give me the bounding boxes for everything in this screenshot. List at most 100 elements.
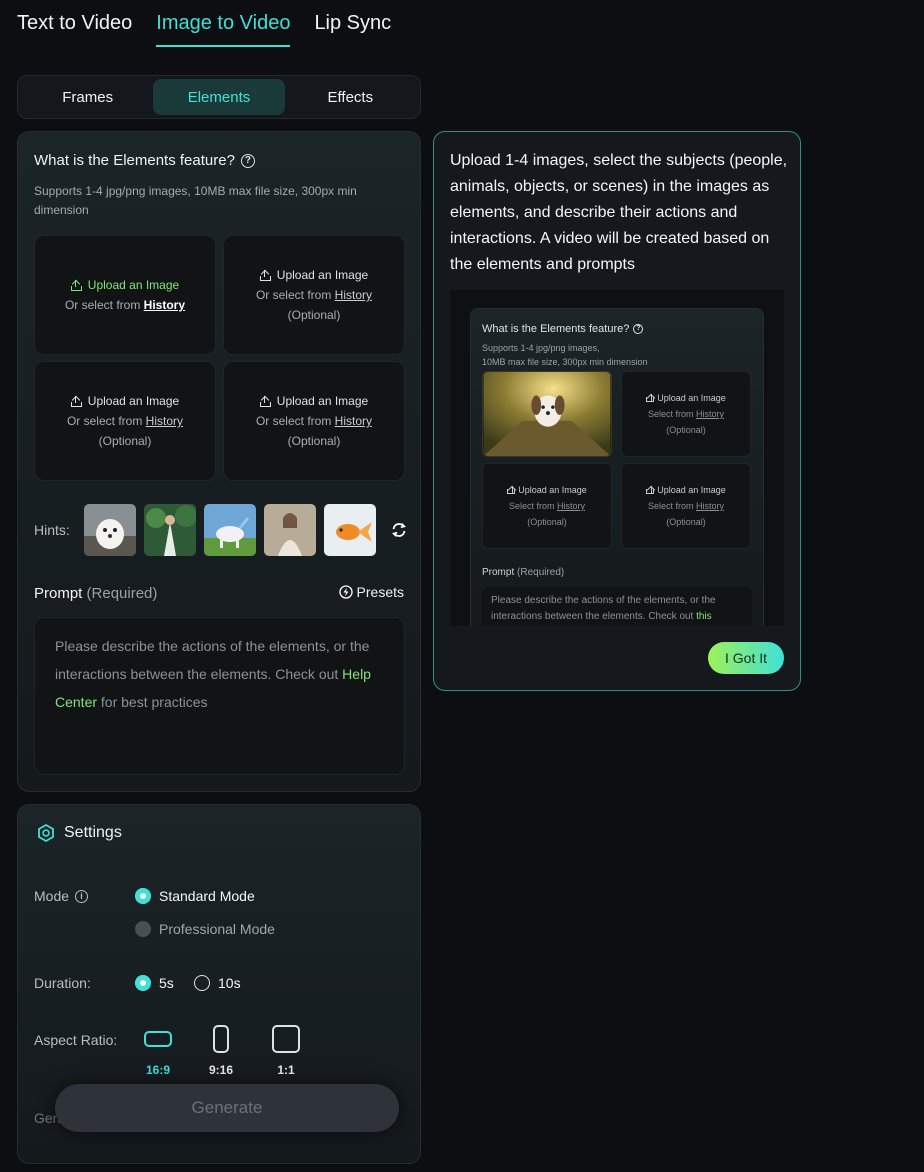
elements-feature-title: What is the Elements feature? ? [34,152,255,169]
duration-label: Duration: [34,975,91,991]
mode-label-text: Mode [34,888,70,904]
prompt-placeholder-a: Please describe the actions of the eleme… [55,638,370,682]
radio-dot [135,921,151,937]
radio-dot [194,975,210,991]
preview-optional-label: (Optional) [527,517,567,527]
hint-thumb-puppy[interactable] [83,504,136,556]
settings-title: Settings [36,823,122,843]
upload-slot-3[interactable]: Upload an Image Or select from History (… [34,361,216,481]
prompt-placeholder-b: for best practices [100,694,208,710]
upload-label: Upload an Image [276,394,369,408]
preview-upload-label: Upload an Image [657,393,726,403]
subtab-effects[interactable]: Effects [285,79,416,115]
radio-duration-10s[interactable]: 10s [194,975,241,991]
aspect-label: 16:9 [145,1063,171,1077]
radio-dot [135,975,151,991]
aspect-label: 1:1 [277,1063,295,1077]
upload-slot-4[interactable]: Upload an Image Or select from History (… [223,361,405,481]
optional-label: (Optional) [98,434,152,448]
upload-grid: Upload an Image Or select from History U… [34,235,405,482]
upload-icon [646,393,656,403]
hint-thumb-goldfish[interactable] [323,504,376,556]
preview-title: What is the Elements feature? ? [482,323,644,335]
aspect-9-16-icon [213,1025,230,1053]
hint-thumb-woman-white[interactable] [263,504,316,556]
aspect-ratio-label: Aspect Ratio: [34,1032,118,1048]
optional-label: (Optional) [287,434,341,448]
upload-icon [70,395,82,407]
hint-thumb-unicorn[interactable] [203,504,256,556]
preview-prompt-label-text: Prompt [482,567,515,578]
preview-subtitle: Supports 1-4 jpg/png images, 10MB max fi… [482,341,722,369]
preview-title-text: What is the Elements feature? [482,323,630,335]
preview-upload-slot-2: Upload an Image Select from History (Opt… [621,371,751,457]
preview-dog-image [482,371,612,457]
tip-text: Upload 1-4 images, select the subjects (… [450,152,788,273]
aspect-1-1[interactable]: 1:1 [272,1025,300,1077]
preview-prompt-input: Please describe the actions of the eleme… [482,587,752,626]
upload-slot-2[interactable]: Upload an Image Or select from History (… [223,235,405,355]
preview-select-prefix: Select from [647,409,694,419]
tab-image-to-video[interactable]: Image to Video [156,12,291,47]
upload-icon [259,269,271,281]
preview-history-link: History [557,501,586,511]
preview-upload-slot-3: Upload an Image Select from History (Opt… [482,463,612,549]
elements-tip-popover: Upload 1-4 images, select the subjects (… [433,131,801,691]
upload-icon [259,395,271,407]
history-link[interactable]: History [335,414,372,428]
hints-row: Hints: [34,504,408,556]
preview-optional-label: (Optional) [666,425,706,435]
preview-optional-label: (Optional) [666,517,706,527]
tab-text-to-video[interactable]: Text to Video [17,12,132,47]
aspect-16-9[interactable]: 16:9 [144,1025,172,1077]
radio-label: Professional Mode [159,921,275,937]
preview-prompt-text: Please describe the actions of the eleme… [491,595,716,622]
optional-label: (Optional) [287,308,341,322]
prompt-label: Prompt (Required) [34,585,157,602]
history-link[interactable]: History [144,298,185,312]
prompt-input[interactable]: Please describe the actions of the eleme… [34,617,405,775]
subtab-elements[interactable]: Elements [153,79,285,115]
help-icon: ? [633,324,644,334]
preview-prompt-required: (Required) [517,567,565,578]
select-prefix: Or select from [255,414,332,428]
settings-hex-icon [38,823,54,843]
mode-subtabs: Frames Elements Effects [17,75,421,119]
select-prefix: Or select from [255,288,332,302]
upload-icon [70,279,82,291]
preview-prompt-link: this [696,611,712,622]
hints-label: Hints: [34,522,70,538]
presets-label: Presets [356,584,404,600]
preview-select-prefix: Select from [647,501,694,511]
got-it-button[interactable]: I Got It [708,642,784,674]
aspect-16-9-icon [144,1031,172,1047]
preview-upload-label: Upload an Image [518,485,587,495]
help-icon[interactable]: ? [240,153,255,168]
preview-subtitle-2: 10MB max file size, 300px min dimension [482,357,648,367]
subtab-frames[interactable]: Frames [22,79,153,115]
aspect-1-1-icon [272,1025,300,1053]
aspect-label: 9:16 [209,1063,234,1077]
upload-label: Upload an Image [87,278,180,292]
settings-title-text: Settings [64,824,122,841]
upload-slot-1[interactable]: Upload an Image Or select from History [34,235,216,355]
radio-duration-5s[interactable]: 5s [135,975,174,991]
refresh-icon[interactable] [390,521,408,539]
generate-button[interactable]: Generate [55,1084,399,1132]
tip-preview-image: What is the Elements feature? ? Supports… [450,290,784,626]
hint-thumb-forest-woman[interactable] [143,504,196,556]
radio-standard-mode[interactable]: Standard Mode [135,888,255,904]
aspect-9-16[interactable]: 9:16 [209,1025,233,1077]
radio-label: 10s [218,975,241,991]
preview-select-prefix: Select from [508,501,555,511]
upload-icon [646,485,656,495]
upload-label: Upload an Image [87,394,180,408]
history-link[interactable]: History [146,414,183,428]
bolt-icon [338,585,353,599]
radio-label: 5s [159,975,174,991]
history-link[interactable]: History [335,288,372,302]
radio-professional-mode[interactable]: Professional Mode [135,921,275,937]
presets-button[interactable]: Presets [338,584,404,600]
info-icon[interactable]: i [75,889,89,903]
tab-lip-sync[interactable]: Lip Sync [314,12,391,47]
